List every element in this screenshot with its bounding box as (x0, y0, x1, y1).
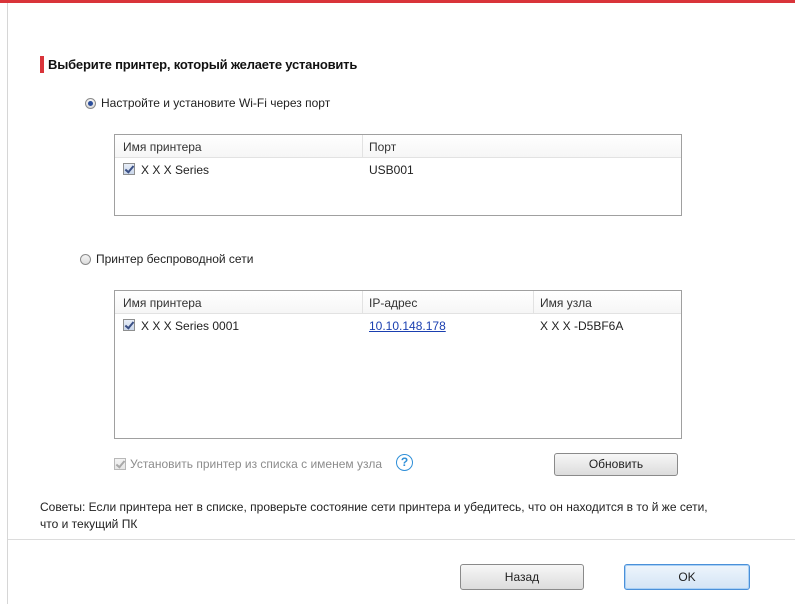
refresh-button[interactable]: Обновить (554, 453, 678, 476)
ok-button[interactable]: OK (624, 564, 750, 590)
usb-printer-list[interactable]: Имя принтера Порт X X X Series USB001 (114, 134, 682, 216)
back-button[interactable]: Назад (460, 564, 584, 590)
heading-accent-marker (40, 56, 44, 73)
ip-address-link[interactable]: 10.10.148.178 (369, 319, 446, 333)
column-divider[interactable] (362, 135, 363, 157)
checkbox-icon[interactable] (114, 458, 126, 470)
column-header-printer-name[interactable]: Имя принтера (123, 140, 202, 154)
row-checkbox[interactable] (123, 319, 135, 331)
page-title: Выберите принтер, который желаете устано… (48, 57, 358, 72)
tips-text: Советы: Если принтера нет в списке, пров… (40, 500, 708, 531)
printer-name-cell: X X X Series 0001 (141, 319, 240, 333)
row-checkbox[interactable] (123, 163, 135, 175)
port-cell: USB001 (369, 163, 414, 177)
radio-wireless-printer[interactable]: Принтер беспроводной сети (80, 252, 253, 266)
window-left-border (7, 3, 8, 604)
top-accent-bar (0, 0, 795, 3)
radio-wifi-port[interactable]: Настройте и установите Wi-Fi через порт (85, 96, 330, 110)
page-heading: Выберите принтер, который желаете устано… (40, 56, 357, 73)
column-header-port[interactable]: Порт (369, 140, 396, 154)
column-divider[interactable] (533, 291, 534, 313)
footer-divider (8, 539, 795, 540)
install-by-hostname-label: Установить принтер из списка с именем уз… (130, 457, 383, 471)
table-row[interactable]: X X X Series USB001 (115, 158, 681, 180)
radio-button-icon[interactable] (85, 97, 96, 109)
hostname-cell: X X X -D5BF6A (540, 319, 624, 333)
radio-wireless-label: Принтер беспроводной сети (96, 252, 254, 266)
install-by-hostname-checkbox[interactable]: Установить принтер из списка с именем уз… (114, 457, 382, 471)
column-header-ip-address[interactable]: IP-адрес (369, 296, 417, 310)
question-circle-icon[interactable]: ? (396, 454, 413, 471)
network-list-header: Имя принтера IP-адрес Имя узла (115, 291, 681, 314)
table-row[interactable]: X X X Series 0001 10.10.148.178 X X X -D… (115, 314, 681, 336)
printer-name-cell: X X X Series (141, 163, 210, 177)
column-header-printer-name[interactable]: Имя принтера (123, 296, 202, 310)
radio-wifi-port-label: Настройте и установите Wi-Fi через порт (101, 96, 331, 110)
column-divider[interactable] (362, 291, 363, 313)
radio-button-icon[interactable] (80, 253, 91, 265)
column-header-hostname[interactable]: Имя узла (540, 296, 592, 310)
network-printer-list[interactable]: Имя принтера IP-адрес Имя узла X X X Ser… (114, 290, 682, 439)
usb-list-header: Имя принтера Порт (115, 135, 681, 158)
